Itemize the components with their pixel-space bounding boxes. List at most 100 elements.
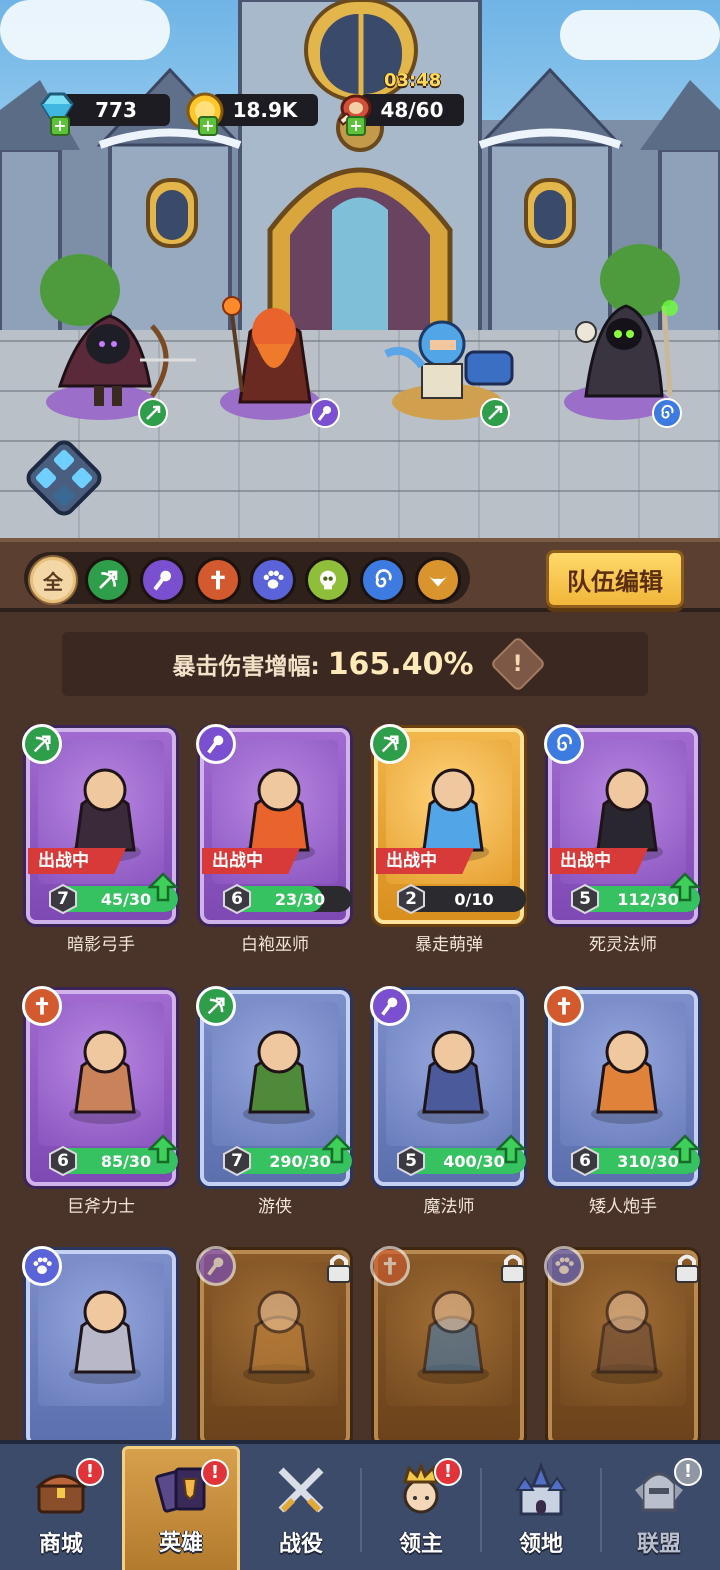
hero-name: 巨斧力士 <box>67 1197 135 1217</box>
alert-icon: ! <box>201 1459 229 1487</box>
white-robe-wizard-sprite[interactable] <box>210 292 340 412</box>
upgrade-arrow-icon[interactable] <box>670 1134 700 1164</box>
nav-lord[interactable]: 领主 ! <box>362 1450 480 1570</box>
hero-portrait <box>38 1262 164 1406</box>
hero-level-badge: 7 <box>222 1146 252 1176</box>
spiral-class-badge <box>544 724 584 764</box>
archer-class-icon <box>480 398 510 428</box>
hero-level-value: 2 <box>405 889 417 909</box>
alert-icon: ! <box>674 1458 702 1486</box>
crit-label: 暴击伤害增幅: <box>172 654 320 680</box>
gold-value: 18.9K <box>232 98 298 122</box>
lock-icon <box>501 1254 525 1283</box>
hero-portrait <box>38 1002 164 1146</box>
upgrade-arrow-icon[interactable] <box>496 1134 526 1164</box>
nav-heroes[interactable]: 英雄 ! <box>122 1446 240 1570</box>
hero-portrait-art <box>417 1030 489 1124</box>
filter-wings-button[interactable] <box>415 557 461 603</box>
hero-portrait <box>560 1262 686 1406</box>
upgrade-arrow-icon[interactable] <box>148 872 178 902</box>
add-stamina-button[interactable]: + <box>346 116 366 136</box>
diamond-value: 773 <box>95 98 137 122</box>
bottom-nav: 商城 ! 英雄 ! 战役 领主 ! 领地 联盟 ! <box>0 1440 720 1570</box>
nav-alliance[interactable]: 联盟 ! <box>600 1450 718 1570</box>
nav-territory[interactable]: 领地 <box>482 1450 600 1570</box>
hero-level-value: 7 <box>231 1151 243 1171</box>
lock-icon <box>327 1254 351 1283</box>
mage-class-badge <box>196 1246 236 1286</box>
team-edit-button[interactable]: 队伍编辑 <box>546 550 684 608</box>
hero-portrait <box>386 1002 512 1146</box>
staff-icon <box>207 1257 224 1276</box>
shard-progress-text: 0/10 <box>454 889 494 909</box>
crit-value: 165.40% <box>327 646 474 682</box>
alert-icon: ! <box>434 1458 462 1486</box>
paw-icon <box>555 1257 574 1274</box>
staff-icon <box>153 570 171 591</box>
hero-level-badge: 5 <box>570 884 600 914</box>
upgrade-arrow-icon[interactable] <box>670 872 700 902</box>
hero-portrait-art <box>591 1030 663 1124</box>
nav-territory-label: 领地 <box>518 1532 563 1557</box>
hero-level-badge: 6 <box>48 1146 78 1176</box>
hero-portrait-art <box>69 1290 141 1384</box>
bow-icon <box>381 735 399 753</box>
hero-portrait-art <box>591 1290 663 1384</box>
filter-all-button[interactable]: 全 <box>30 557 76 603</box>
hero-portrait <box>212 1262 338 1406</box>
spiral-icon <box>557 734 572 751</box>
stamina-value: 48/60 <box>380 98 444 122</box>
add-diamond-button[interactable]: + <box>50 116 70 136</box>
hero-level-badge: 7 <box>48 884 78 914</box>
lock-icon <box>675 1254 699 1283</box>
paw-icon <box>263 570 284 589</box>
filter-beast-button[interactable] <box>250 557 296 603</box>
hero-name: 矮人炮手 <box>589 1197 657 1217</box>
hero-name: 暴走萌弹 <box>415 935 483 955</box>
hero-portrait-art <box>69 1030 141 1124</box>
hero-portrait-art <box>243 1290 315 1384</box>
formation-dpad-button[interactable] <box>22 436 106 520</box>
hero-name: 暗影弓手 <box>67 935 135 955</box>
mage-class-badge <box>370 986 410 1026</box>
hero-name: 白袍巫师 <box>241 935 309 955</box>
info-icon: ! <box>512 651 523 677</box>
deployed-tag: 出战中 <box>550 848 648 874</box>
spiral-class-icon <box>652 398 682 428</box>
deployed-tag: 出战中 <box>28 848 126 874</box>
hero-level-badge: 6 <box>222 884 252 914</box>
hero-level-value: 5 <box>405 1151 417 1171</box>
beast-class-badge <box>22 1246 62 1286</box>
rampage-gunner-sprite[interactable] <box>376 314 526 414</box>
hero-level-badge: 5 <box>396 1146 426 1176</box>
bow-icon <box>33 735 51 753</box>
nav-shop[interactable]: 商城 ! <box>2 1450 120 1570</box>
crit-info-button[interactable]: ! <box>489 635 546 693</box>
paw-icon <box>33 1257 52 1274</box>
deployed-tag: 出战中 <box>202 848 300 874</box>
filter-undead-button[interactable] <box>305 557 351 603</box>
sword-icon <box>211 570 225 590</box>
filter-warrior-button[interactable] <box>195 557 241 603</box>
upgrade-arrow-icon[interactable] <box>148 1134 178 1164</box>
upgrade-arrow-icon[interactable] <box>322 1134 352 1164</box>
hero-level-value: 6 <box>579 1151 591 1171</box>
warrior-class-badge <box>370 1246 410 1286</box>
add-gold-button[interactable]: + <box>198 116 218 136</box>
sword-icon <box>557 997 571 1015</box>
hero-portrait <box>212 1002 338 1146</box>
bow-icon <box>207 997 225 1015</box>
filter-all-label: 全 <box>43 569 63 594</box>
nav-lord-label: 领主 <box>398 1532 443 1557</box>
filter-mage-button[interactable] <box>140 557 186 603</box>
shadow-archer-sprite[interactable] <box>40 306 200 416</box>
nav-campaign[interactable]: 战役 <box>242 1450 360 1570</box>
nav-campaign-label: 战役 <box>278 1532 323 1557</box>
archer-class-badge <box>370 724 410 764</box>
alert-icon: ! <box>76 1458 104 1486</box>
necromancer-sprite[interactable] <box>566 296 686 406</box>
filter-archer-button[interactable] <box>85 557 131 603</box>
nav-alliance-label: 联盟 <box>636 1532 681 1557</box>
filter-spiral-button[interactable] <box>360 557 406 603</box>
game-screen: 773 + 18.9K + 03:48 48/60 + 全 队伍编辑 暴击伤害增… <box>0 0 720 1570</box>
